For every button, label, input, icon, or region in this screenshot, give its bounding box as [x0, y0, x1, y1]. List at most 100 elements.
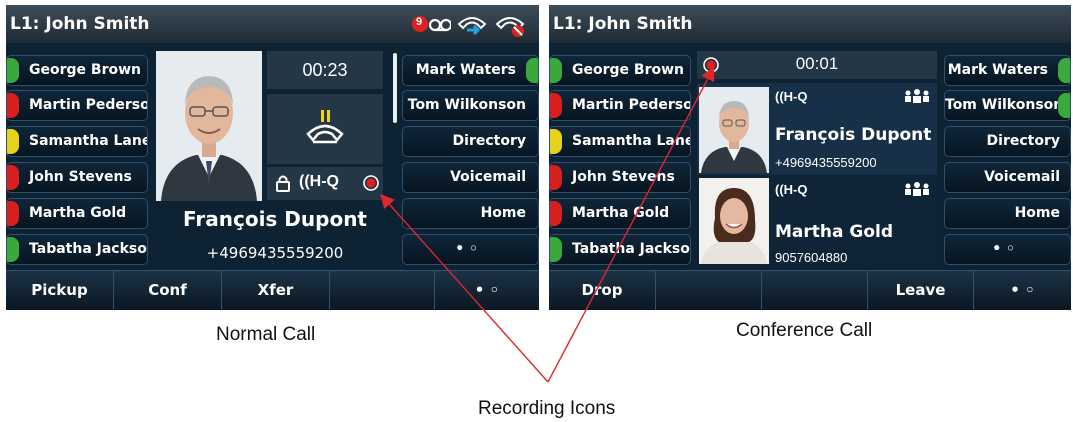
- key-label: Tabatha Jackson: [572, 241, 691, 257]
- key-label: Tom Wilkonson: [407, 97, 526, 113]
- hiq-audio-icon: ((H-Q: [775, 182, 808, 197]
- participant-number: 9057604880: [775, 250, 848, 265]
- key-label: Samantha Lane: [29, 133, 148, 149]
- call-info-panel: ((H-Q: [267, 167, 383, 200]
- participant-name: François Dupont: [775, 125, 932, 145]
- status-led: [526, 58, 538, 83]
- key-label: Martin Pederson: [29, 97, 148, 113]
- hiq-audio-icon: ((H-Q: [775, 89, 808, 104]
- key-label: Martha Gold: [572, 205, 670, 221]
- voicemail-icon: 9: [411, 14, 453, 34]
- softkey-leave[interactable]: Leave: [868, 271, 974, 310]
- key-label: Home: [480, 205, 526, 221]
- status-led: [550, 129, 562, 154]
- key-label: Voicemail: [984, 169, 1060, 185]
- do-not-disturb-handset-icon: [494, 12, 528, 38]
- key-martha-gold[interactable]: Martha Gold: [549, 198, 691, 229]
- participant-card[interactable]: ((H-Q Martha Gold 9057604880: [697, 176, 937, 268]
- key-tabatha-jackson[interactable]: Tabatha Jackson: [549, 234, 691, 265]
- key-label: • ◦: [992, 241, 1015, 257]
- status-led: [1058, 58, 1070, 83]
- softkey-bar: Pickup Conf Xfer • ◦: [6, 270, 539, 310]
- scrollbar[interactable]: [393, 53, 397, 123]
- status-led: [7, 201, 19, 226]
- key-martin-pederson[interactable]: Martin Pederson: [549, 90, 691, 121]
- key-label: Martha Gold: [29, 205, 127, 221]
- key-more-pages[interactable]: • ◦: [944, 234, 1071, 265]
- softkey-more[interactable]: • ◦: [974, 271, 1071, 310]
- forward-handset-icon: [456, 12, 488, 36]
- key-label: John Stevens: [29, 169, 132, 185]
- key-label: Directory: [452, 133, 526, 149]
- caller-name: François Dupont: [183, 207, 367, 231]
- key-samantha-lane[interactable]: Samantha Lane: [6, 126, 148, 157]
- line-title: L1: John Smith: [549, 5, 1071, 43]
- conference-people-icon: [903, 89, 931, 108]
- status-led: [7, 58, 19, 83]
- call-timer-panel: 00:01: [697, 51, 937, 79]
- key-martha-gold[interactable]: Martha Gold: [6, 198, 148, 229]
- softkey-drop[interactable]: Drop: [549, 271, 656, 310]
- status-led: [7, 129, 19, 154]
- caller-photo: [156, 51, 262, 201]
- call-hold-icon: [305, 108, 345, 148]
- key-george-brown[interactable]: George Brown: [6, 55, 148, 86]
- key-samantha-lane[interactable]: Samantha Lane: [549, 126, 691, 157]
- recording-icons-caption: Recording Icons: [478, 398, 616, 419]
- normal-call-caption: Normal Call: [216, 324, 316, 345]
- status-led: [550, 165, 562, 190]
- key-voicemail[interactable]: Voicemail: [402, 162, 539, 193]
- normal-call-screen: L1: John Smith 9 George Brown Martin Ped…: [6, 5, 539, 310]
- conference-people-icon: [903, 182, 931, 201]
- participant-photo: [699, 178, 769, 264]
- status-led: [550, 237, 562, 262]
- key-label: Samantha Lane: [572, 133, 691, 149]
- key-voicemail[interactable]: Voicemail: [944, 162, 1071, 193]
- key-mark-waters[interactable]: Mark Waters: [402, 55, 539, 86]
- call-timer: 00:01: [795, 54, 839, 73]
- key-directory[interactable]: Directory: [944, 126, 1071, 157]
- caller-number: +4969435559200: [206, 244, 344, 262]
- key-john-stevens[interactable]: John Stevens: [6, 162, 148, 193]
- key-more-pages[interactable]: • ◦: [402, 234, 539, 265]
- softkey-empty[interactable]: [762, 271, 868, 310]
- status-led: [550, 201, 562, 226]
- key-tom-wilkonson[interactable]: Tom Wilkonson: [402, 90, 539, 121]
- conference-call-screen: L1: John Smith George Brown Martin Peder…: [549, 5, 1071, 310]
- conference-call-caption: Conference Call: [736, 320, 873, 341]
- softkey-empty[interactable]: [330, 271, 435, 310]
- participant-name: Martha Gold: [775, 222, 894, 242]
- status-led: [7, 93, 19, 118]
- key-john-stevens[interactable]: John Stevens: [549, 162, 691, 193]
- key-label: Mark Waters: [947, 62, 1048, 78]
- key-label: Home: [1014, 205, 1060, 221]
- status-led: [550, 58, 562, 83]
- key-tabatha-jackson[interactable]: Tabatha Jackson: [6, 234, 148, 265]
- status-led: [7, 165, 19, 190]
- key-tom-wilkonson[interactable]: Tom Wilkonson: [944, 90, 1071, 121]
- key-george-brown[interactable]: George Brown: [549, 55, 691, 86]
- call-timer: 00:23: [302, 60, 348, 80]
- status-led: [7, 237, 19, 262]
- status-led: [1058, 93, 1070, 118]
- key-label: Mark Waters: [415, 62, 516, 78]
- key-martin-pederson[interactable]: Martin Pederson: [6, 90, 148, 121]
- key-label: George Brown: [572, 62, 684, 78]
- softkey-xfer[interactable]: Xfer: [222, 271, 330, 310]
- participant-card[interactable]: ((H-Q François Dupont +4969435559200: [697, 83, 937, 175]
- participant-photo: [699, 87, 769, 173]
- key-directory[interactable]: Directory: [402, 126, 539, 157]
- softkey-empty[interactable]: [656, 271, 762, 310]
- status-led: [550, 93, 562, 118]
- key-home[interactable]: Home: [402, 198, 539, 229]
- call-state-panel: [267, 94, 383, 164]
- key-mark-waters[interactable]: Mark Waters: [944, 55, 1071, 86]
- softkey-pickup[interactable]: Pickup: [6, 271, 114, 310]
- key-label: Directory: [986, 133, 1060, 149]
- softkey-conf[interactable]: Conf: [114, 271, 222, 310]
- key-home[interactable]: Home: [944, 198, 1071, 229]
- participant-number: +4969435559200: [775, 155, 877, 170]
- recording-icon: [363, 175, 379, 196]
- softkey-more[interactable]: • ◦: [435, 271, 539, 310]
- key-label: Martin Pederson: [572, 97, 691, 113]
